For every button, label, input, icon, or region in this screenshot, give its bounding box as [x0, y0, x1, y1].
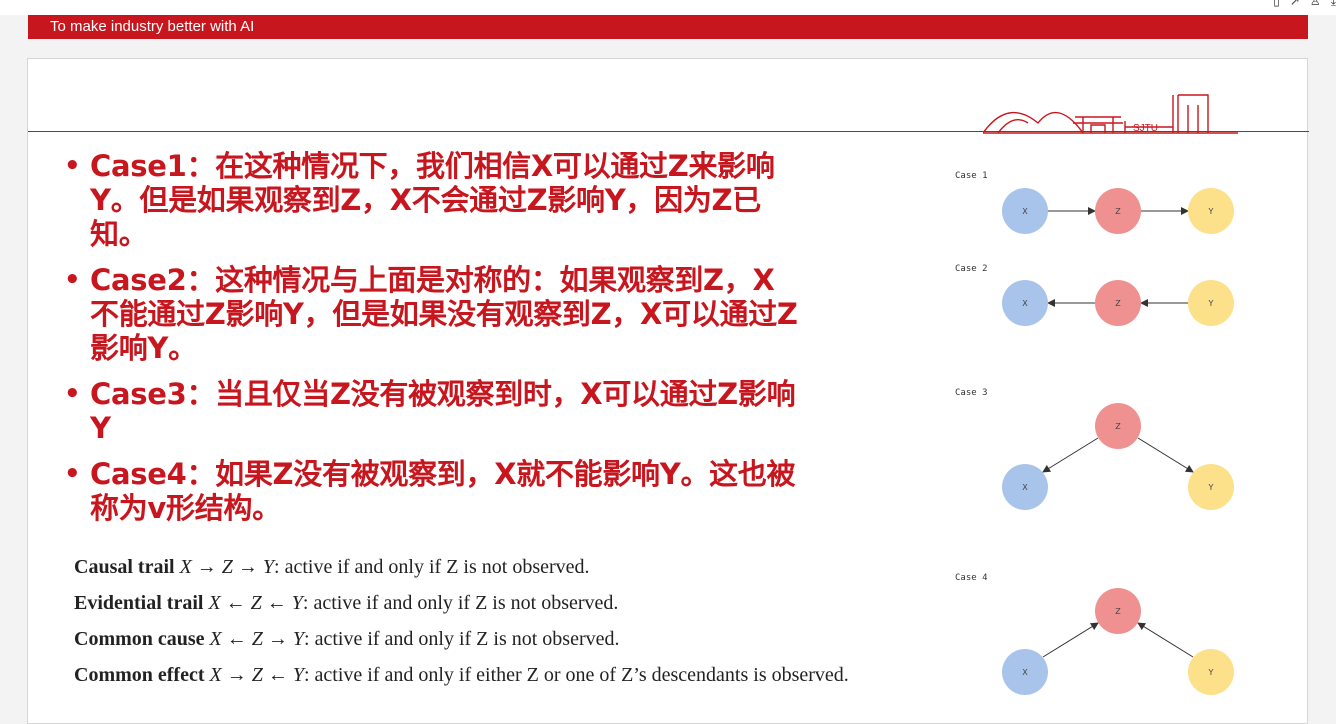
download-icon[interactable]: ⤓: [1331, 0, 1336, 9]
trail-name: Causal trail: [74, 556, 175, 578]
corner-toolbar: ▯ ↗ ♙ ⤓: [1273, 0, 1336, 8]
bullet-dot-icon: •: [64, 151, 81, 181]
node-label: X: [1022, 299, 1028, 308]
bullet-case3: • Case3：当且仅当Z没有被观察到时，X可以通过Z影响Y: [62, 377, 802, 445]
trail-description: : active if and only if Z is not observe…: [274, 556, 590, 578]
case3-diagram: Case 3 Z X Y: [955, 388, 1234, 510]
case-label: Case 3: [955, 388, 988, 398]
bullet-dot-icon: •: [64, 265, 81, 295]
node-label: Z: [1115, 422, 1121, 431]
trail-description: : active if and only if Z is not observe…: [302, 592, 619, 614]
banner-title: To make industry better with AI: [50, 18, 255, 35]
trail-name: Common cause: [74, 628, 205, 650]
case-label: Case 1: [955, 171, 988, 181]
trail-definitions: Causal trail X → Z → Y: active if and on…: [74, 553, 934, 697]
node-label: Y: [1208, 483, 1214, 492]
trail-name: Evidential trail: [74, 592, 204, 614]
case2-diagram: Case 2 X Z Y: [955, 264, 1234, 326]
header-banner: To make industry better with AI: [28, 15, 1308, 39]
sjtu-logo-icon: SJTU: [983, 94, 1238, 134]
bullet-text: Case1：在这种情况下，我们相信X可以通过Z来影响Y。但是如果观察到Z，X不会…: [90, 149, 775, 251]
trail-description: : active if and only if Z is not observe…: [304, 628, 620, 650]
logo-text: SJTU: [1133, 123, 1158, 134]
trail-evidential: Evidential trail X ← Z ← Y: active if an…: [74, 589, 934, 617]
clipboard-icon[interactable]: ▯: [1273, 0, 1280, 8]
case-diagrams: Case 1 X Z Y Case 2 X Z Y Case 3 Z X Y C…: [955, 171, 1234, 695]
node-label: Z: [1115, 607, 1121, 616]
node-label: X: [1022, 668, 1028, 677]
bullet-list: • Case1：在这种情况下，我们相信X可以通过Z来影响Y。但是如果观察到Z，X…: [62, 149, 802, 537]
bullet-text: Case4：如果Z没有被观察到，X就不能影响Y。这也被称为v形结构。: [90, 457, 796, 525]
trail-formula: X → Z → Y: [179, 556, 275, 578]
window-top-strip: ▯ ↗ ♙ ⤓: [0, 0, 1336, 15]
trail-causal: Causal trail X → Z → Y: active if and on…: [74, 553, 934, 581]
bullet-text: Case3：当且仅当Z没有被观察到时，X可以通过Z影响Y: [90, 377, 796, 445]
node-label: X: [1022, 207, 1028, 216]
trail-common-effect: Common effect X → Z ← Y: active if and o…: [74, 661, 934, 689]
case-label: Case 2: [955, 264, 988, 274]
bullet-case1: • Case1：在这种情况下，我们相信X可以通过Z来影响Y。但是如果观察到Z，X…: [62, 149, 802, 251]
person-icon[interactable]: ♙: [1310, 0, 1321, 8]
bullet-dot-icon: •: [64, 459, 81, 489]
trail-formula: X ← Z → Y: [209, 628, 305, 650]
bullet-case2: • Case2：这种情况与上面是对称的：如果观察到Z，X不能通过Z影响Y，但是如…: [62, 263, 802, 365]
node-label: Z: [1115, 207, 1121, 216]
node-label: Y: [1208, 668, 1214, 677]
node-label: Y: [1208, 207, 1214, 216]
cursor-icon[interactable]: ↗: [1290, 0, 1300, 8]
slide: SJTU • Case1：在这种情况下，我们相信X可以通过Z来影响Y。但是如果观…: [27, 58, 1309, 724]
edge-z-x: [1042, 437, 1099, 473]
bullet-case4: • Case4：如果Z没有被观察到，X就不能影响Y。这也被称为v形结构。: [62, 457, 802, 525]
node-label: Z: [1115, 299, 1121, 308]
edge-y-z: [1137, 622, 1194, 658]
edge-z-y: [1137, 437, 1194, 473]
node-label: Y: [1208, 299, 1214, 308]
trail-name: Common effect: [74, 664, 205, 686]
trail-common-cause: Common cause X ← Z → Y: active if and on…: [74, 625, 934, 653]
case-label: Case 4: [955, 573, 988, 583]
trail-description: : active if and only if either Z or one …: [303, 664, 849, 686]
case4-diagram: Case 4 Z X Y: [955, 573, 1234, 695]
edge-x-z: [1042, 622, 1099, 658]
node-label: X: [1022, 483, 1028, 492]
case1-diagram: Case 1 X Z Y: [955, 171, 1234, 234]
trail-formula: X → Z ← Y: [209, 664, 304, 686]
trail-formula: X ← Z ← Y: [208, 592, 303, 614]
bullet-text: Case2：这种情况与上面是对称的：如果观察到Z，X不能通过Z影响Y，但是如果没…: [90, 263, 798, 365]
bullet-dot-icon: •: [64, 379, 81, 409]
